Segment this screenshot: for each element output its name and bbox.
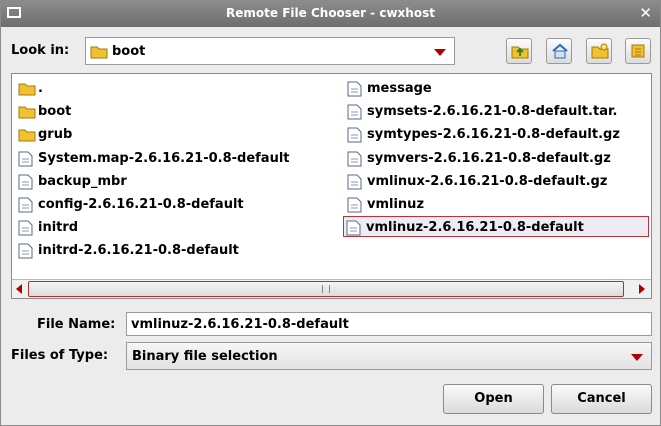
- file-item[interactable]: symsets-2.6.16.21-0.8-default.tar.: [345, 101, 651, 122]
- chevron-down-icon[interactable]: [434, 49, 446, 56]
- up-folder-icon: [511, 46, 529, 59]
- file-icon: [18, 243, 33, 266]
- close-icon[interactable]: ✕: [639, 4, 652, 22]
- file-item[interactable]: config-2.6.16.21-0.8-default: [16, 194, 336, 215]
- file-name-field[interactable]: [126, 312, 652, 336]
- home-icon: [552, 43, 568, 59]
- file-icon: [347, 127, 362, 150]
- file-name: vmlinuz-2.6.16.21-0.8-default: [366, 220, 584, 235]
- file-item[interactable]: System.map-2.6.16.21-0.8-default: [16, 148, 336, 169]
- file-name: backup_mbr: [38, 174, 127, 189]
- chevron-down-icon[interactable]: [631, 354, 643, 361]
- open-button[interactable]: Open: [443, 384, 544, 414]
- file-name: System.map-2.6.16.21-0.8-default: [38, 151, 290, 166]
- cancel-button[interactable]: Cancel: [551, 384, 652, 414]
- file-name: .: [38, 81, 43, 96]
- file-item[interactable]: initrd: [16, 217, 336, 238]
- file-item[interactable]: backup_mbr: [16, 171, 336, 192]
- file-name: symtypes-2.6.16.21-0.8-default.gz: [367, 127, 620, 142]
- file-item-folder[interactable]: boot: [16, 101, 336, 122]
- file-name-input[interactable]: [131, 314, 641, 334]
- horizontal-scrollbar[interactable]: [12, 279, 651, 298]
- file-chooser-dialog: Remote File Chooser - cwxhost ✕ Look in:…: [0, 0, 661, 426]
- scrollbar-thumb[interactable]: [28, 281, 624, 297]
- list-view-button[interactable]: [625, 38, 651, 64]
- window-title: Remote File Chooser - cwxhost: [226, 6, 435, 20]
- file-name: config-2.6.16.21-0.8-default: [38, 197, 244, 212]
- file-name: boot: [38, 104, 72, 119]
- folder-icon: [18, 81, 36, 103]
- file-name: vmlinuz: [367, 197, 425, 212]
- look-in-combo[interactable]: boot: [85, 37, 455, 65]
- up-folder-button[interactable]: [506, 38, 532, 64]
- file-item-selected[interactable]: vmlinuz-2.6.16.21-0.8-default: [343, 216, 649, 237]
- file-item[interactable]: vmlinuz: [345, 194, 651, 215]
- folder-icon: [18, 127, 36, 149]
- folder-icon: [90, 44, 108, 63]
- title-bar[interactable]: Remote File Chooser - cwxhost ✕: [1, 1, 660, 27]
- grip-icon: [322, 285, 330, 293]
- file-name: symsets-2.6.16.21-0.8-default.tar.: [367, 104, 618, 119]
- file-name: message: [367, 81, 432, 96]
- file-item[interactable]: message: [345, 78, 651, 99]
- file-type-value: Binary file selection: [132, 349, 278, 364]
- file-name: symvers-2.6.16.21-0.8-default.gz: [367, 151, 611, 166]
- look-in-value: boot: [112, 44, 146, 59]
- file-name: initrd-2.6.16.21-0.8-default: [38, 243, 239, 258]
- file-icon: [346, 220, 361, 243]
- new-folder-button[interactable]: [586, 38, 612, 64]
- look-in-label: Look in:: [11, 43, 70, 58]
- file-item-folder[interactable]: grub: [16, 124, 336, 145]
- file-name: initrd: [38, 220, 79, 235]
- file-name: grub: [38, 127, 73, 142]
- file-list[interactable]: . boot grub System.map-2.6.16.21-0.8-def…: [11, 73, 652, 299]
- file-name: vmlinux-2.6.16.21-0.8-default.gz: [367, 174, 608, 189]
- file-item[interactable]: initrd-2.6.16.21-0.8-default: [16, 240, 336, 261]
- list-view-icon: [631, 44, 645, 58]
- home-button[interactable]: [546, 38, 572, 64]
- file-item-folder[interactable]: .: [16, 78, 336, 99]
- file-item[interactable]: symtypes-2.6.16.21-0.8-default.gz: [345, 124, 651, 145]
- file-type-label: Files of Type:: [11, 348, 109, 363]
- file-item[interactable]: symvers-2.6.16.21-0.8-default.gz: [345, 148, 651, 169]
- file-type-combo[interactable]: Binary file selection: [126, 342, 652, 370]
- new-folder-icon: [591, 43, 609, 59]
- scroll-left-icon[interactable]: [16, 284, 22, 294]
- folder-icon: [18, 104, 36, 126]
- file-name-label: File Name:: [37, 317, 116, 332]
- scroll-right-icon[interactable]: [639, 284, 645, 294]
- file-item[interactable]: vmlinux-2.6.16.21-0.8-default.gz: [345, 171, 651, 192]
